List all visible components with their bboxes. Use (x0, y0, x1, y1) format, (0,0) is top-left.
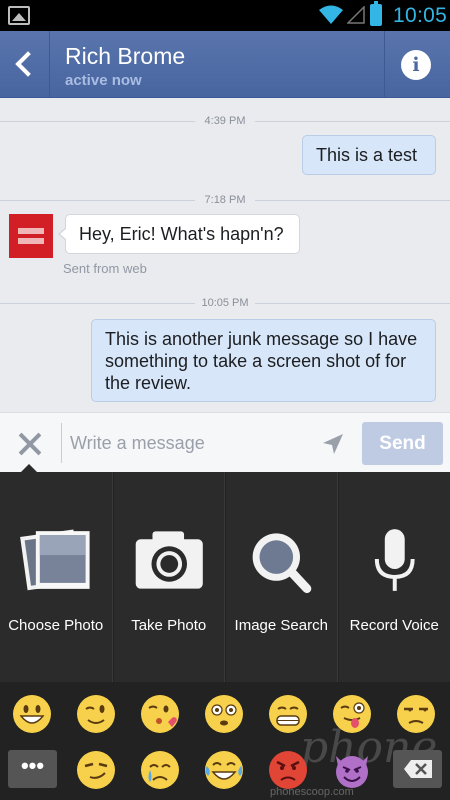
outgoing-message[interactable]: This is another junk message so I have s… (91, 319, 436, 402)
take-photo-button[interactable]: Take Photo (112, 472, 225, 682)
time-divider: 4:39 PM (0, 111, 450, 131)
more-emoji-button[interactable]: ••• (8, 750, 57, 788)
chevron-left-icon (15, 51, 41, 77)
back-button[interactable] (0, 31, 50, 98)
winking-face-icon[interactable] (76, 694, 116, 734)
emoji-picker: phone phonescoop.com ••• (0, 682, 450, 800)
message-source: Sent from web (63, 261, 147, 276)
image-search-label: Image Search (234, 617, 328, 634)
record-voice-label: Record Voice (349, 617, 439, 634)
flushed-face-icon[interactable] (204, 694, 244, 734)
camera-icon (135, 531, 203, 589)
message-input[interactable] (70, 428, 310, 458)
composer-divider (61, 423, 62, 463)
grinning-face-icon[interactable] (12, 694, 52, 734)
send-button[interactable]: Send (362, 422, 443, 465)
attachment-tray: Choose Photo Take Photo Image Search Rec… (0, 472, 450, 682)
photo-stack-icon (20, 529, 90, 591)
record-voice-button[interactable]: Record Voice (337, 472, 450, 682)
contact-name[interactable]: Rich Brome (65, 43, 185, 70)
battery-icon (370, 1, 382, 26)
contact-avatar[interactable] (9, 214, 53, 258)
choose-photo-label: Choose Photo (8, 617, 104, 634)
gallery-notification-icon (8, 6, 30, 25)
incoming-message[interactable]: Hey, Eric! What's hapn'n? (58, 214, 300, 254)
image-search-button[interactable]: Image Search (225, 472, 338, 682)
magnifier-icon (252, 533, 312, 594)
crying-face-icon[interactable] (140, 750, 180, 790)
message-composer: Send (0, 412, 450, 472)
conversation-header: Rich Brome active now i (0, 31, 450, 98)
tears-of-joy-face-icon[interactable] (204, 750, 244, 790)
message-thread[interactable]: 4:39 PM This is a test 7:18 PM Hey, Eric… (0, 99, 450, 412)
contact-status: active now (65, 72, 142, 89)
close-attachments-icon[interactable] (17, 431, 43, 457)
backspace-icon (404, 760, 432, 778)
time-divider: 7:18 PM (0, 190, 450, 210)
microphone-icon (374, 529, 415, 591)
location-icon[interactable] (322, 433, 344, 455)
smiling-devil-face-icon[interactable] (332, 750, 372, 790)
take-photo-label: Take Photo (131, 617, 207, 634)
wifi-icon (319, 5, 343, 24)
face-throwing-kiss-icon[interactable] (140, 694, 180, 734)
status-time: 10:05 (393, 4, 448, 27)
outgoing-message[interactable]: This is a test (302, 135, 436, 175)
choose-photo-button[interactable]: Choose Photo (0, 472, 113, 682)
signal-icon (347, 6, 365, 24)
time-divider: 10:05 PM (0, 293, 450, 313)
grimacing-face-icon[interactable] (268, 694, 308, 734)
info-button[interactable]: i (401, 50, 431, 80)
status-bar: 10:05 (0, 0, 450, 31)
unamused-face-icon[interactable] (396, 694, 436, 734)
angry-red-face-icon[interactable] (268, 750, 308, 790)
header-divider (384, 31, 385, 98)
backspace-button[interactable] (393, 750, 442, 788)
winking-tongue-face-icon[interactable] (332, 694, 372, 734)
smirking-face-icon[interactable] (76, 750, 116, 790)
